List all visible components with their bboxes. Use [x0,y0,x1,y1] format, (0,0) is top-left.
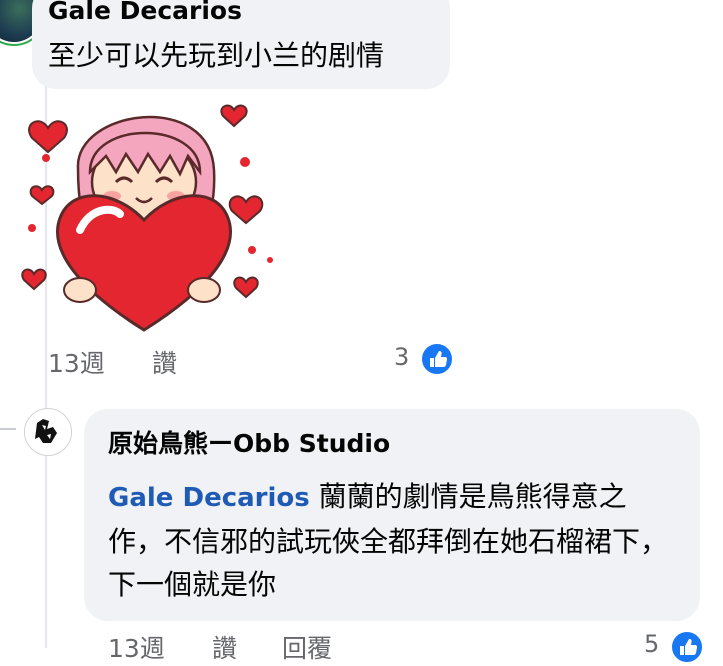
reply-button[interactable]: 回覆 [282,634,332,664]
reaction-count[interactable]: 3 [394,343,409,371]
small-heart-icon [21,268,47,291]
comment-text: 至少可以先玩到小兰的剧情 [48,39,385,72]
thumbs-up-icon[interactable] [420,342,454,376]
thumbs-up-icon[interactable] [670,630,704,664]
reply-author[interactable]: 原始鳥熊ーObb Studio [108,429,390,459]
small-heart-icon [233,276,259,299]
comment-author[interactable]: Gale Decarios [48,0,242,26]
like-button[interactable]: 讚 [212,634,237,664]
reaction-count[interactable]: 5 [644,630,659,658]
obb-logo-icon [35,419,57,443]
thumbs-up-icon [680,639,698,655]
page-avatar[interactable] [24,408,72,456]
small-heart-icon [220,104,248,128]
reply-branch-line [0,428,16,430]
comment-timestamp[interactable]: 13週 [48,349,105,379]
like-button[interactable]: 讚 [152,349,177,379]
small-heart-icon [228,195,264,225]
small-heart-icon [29,185,55,206]
thumbs-up-icon [430,351,448,367]
reply-text: Gale Decarios 蘭蘭的劇情是鳥熊得意之作，不信邪的試玩俠全都拜倒在她… [108,475,678,606]
small-heart-icon [28,120,68,154]
reply-timestamp[interactable]: 13週 [108,634,165,664]
mention-link[interactable]: Gale Decarios [108,483,310,513]
heart-hug-sticker[interactable] [20,90,290,340]
